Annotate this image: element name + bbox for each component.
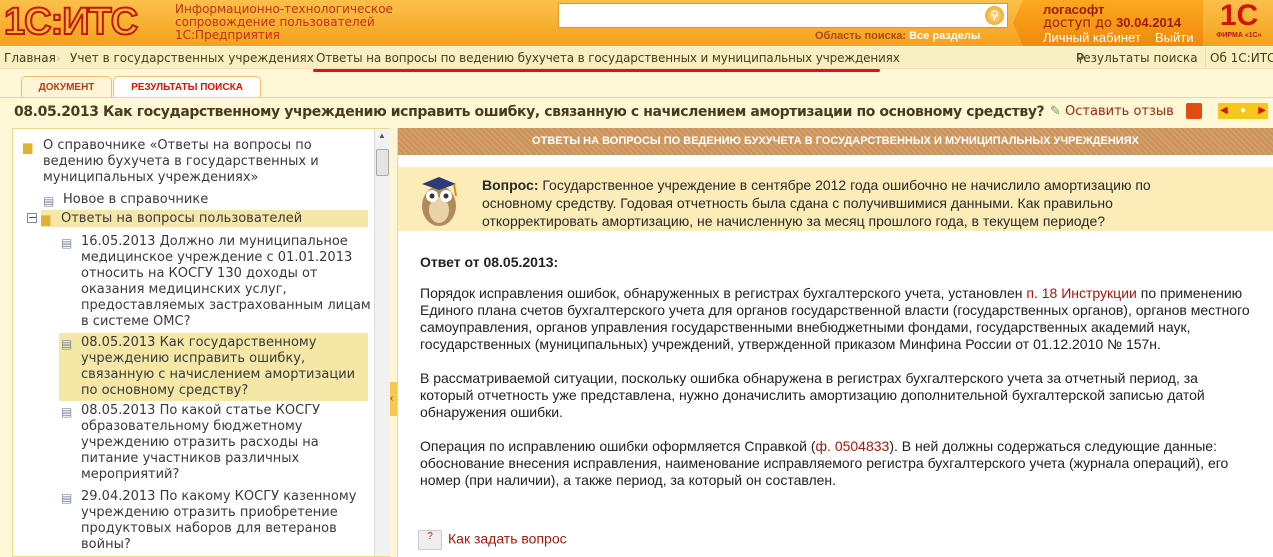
tree-item[interactable]: ▤ Новое в справочнике — [43, 192, 208, 208]
red-underline-annotation — [313, 69, 880, 72]
ask-question-label[interactable]: Как задать вопрос — [448, 531, 567, 547]
feedback-link[interactable]: ✎ Оставить отзыв — [1050, 104, 1174, 119]
itc-logo[interactable]: 1С:ИТС — [3, 1, 139, 43]
tree-item-label: 08.05.2013 По какой статье КОСГУ образов… — [81, 403, 321, 482]
subtitle-line: 1С:Предприятия — [175, 28, 280, 42]
instruction-link[interactable]: п. 18 Инструкции — [1026, 285, 1136, 301]
search-scope[interactable]: Область поиска: Все разделы — [815, 29, 980, 43]
cabinet-link[interactable]: Личный кабинет — [1043, 30, 1141, 45]
section-header: ОТВЕТЫ НА ВОПРОСЫ ПО ВЕДЕНИЮ БУХУЧЕТА В … — [398, 128, 1273, 155]
chevron-right-icon: › — [302, 51, 307, 65]
feedback-label: Оставить отзыв — [1065, 104, 1174, 119]
answer-text: Операция по исправлению ошибки оформляет… — [420, 438, 816, 454]
access-label: доступ до — [1043, 16, 1112, 31]
access-date: 30.04.2014 — [1116, 15, 1182, 30]
tree-item[interactable]: ▤ 29.04.2013 По какому КОСГУ казенному уч… — [61, 489, 371, 553]
tree-item-label: Ответы на вопросы пользователей — [61, 211, 303, 226]
tree-item-label: О справочнике «Ответы на вопросы по веде… — [43, 138, 319, 185]
account-panel: логасофт доступ до 30.04.2014 Личный каб… — [1013, 0, 1203, 46]
firm-1c-logo[interactable]: 1С ФИРМА «1С» — [1205, 0, 1273, 46]
about-link[interactable]: Об 1С:ИТС — [1205, 47, 1273, 69]
chevron-right-icon: › — [56, 51, 61, 65]
answer-title: Ответ от 08.05.2013: — [420, 254, 559, 270]
lightbulb-icon[interactable]: ● — [1240, 103, 1246, 119]
answer: Ответ от 08.05.2013: Порядок исправления… — [420, 254, 1250, 506]
owl-icon — [422, 177, 457, 226]
access-info: доступ до 30.04.2014 — [1043, 15, 1181, 31]
document-icon: ▤ — [43, 194, 55, 208]
tab-document[interactable]: ДОКУМЕНТ — [21, 76, 112, 98]
contents-tree-panel: ▆ О справочнике «Ответы на вопросы по вед… — [12, 128, 391, 557]
answer-paragraph: Операция по исправлению ошибки оформляет… — [420, 438, 1250, 489]
document-icon: ▤ — [61, 337, 73, 351]
search-results-label: Результаты поиска — [1076, 51, 1198, 65]
folder-icon: ▆ — [23, 140, 33, 154]
scrollbar-thumb[interactable] — [376, 149, 389, 176]
tree-item[interactable]: ▤ 08.05.2013 По какой статье КОСГУ образо… — [61, 403, 361, 483]
breadcrumb-item[interactable]: Учет в государственных учреждениях — [70, 47, 314, 69]
tree-item[interactable]: ▤ 16.05.2013 Должно ли муниципальное меди… — [61, 234, 371, 330]
breadcrumb: Главная › Учет в государственных учрежде… — [0, 47, 1273, 69]
document-icon: ▤ — [61, 491, 73, 505]
tree-item[interactable]: ▆ О справочнике «Ответы на вопросы по вед… — [23, 138, 343, 186]
envelope-question-icon: ? — [418, 530, 442, 550]
chevron-right-icon: › — [877, 51, 882, 65]
question-label: Вопрос: — [482, 177, 539, 193]
firm-label: ФИРМА «1С» — [1216, 32, 1262, 39]
tree-item-selected[interactable]: ▤ 08.05.2013 Как государственному учрежде… — [59, 333, 368, 401]
tree-item-label: 29.04.2013 По какому КОСГУ казенному учр… — [81, 489, 357, 552]
pencil-icon: ✎ — [1050, 104, 1061, 119]
next-arrow-icon[interactable]: ▶ — [1258, 103, 1266, 119]
tree-scrollbar[interactable]: ▲ — [374, 129, 390, 556]
tree-item-label: 08.05.2013 Как государственному учрежден… — [81, 335, 356, 398]
print-icon[interactable] — [1186, 103, 1202, 119]
document-icon: ▤ — [61, 236, 73, 250]
breadcrumb-current[interactable]: Ответы на вопросы по ведению бухучета в … — [316, 47, 900, 69]
logout-link[interactable]: Выйти — [1155, 30, 1194, 45]
form-link[interactable]: ф. 0504833 — [816, 438, 890, 454]
ask-question-link[interactable]: ? Как задать вопрос — [418, 530, 567, 550]
collapse-icon[interactable]: − — [27, 212, 37, 223]
logo-subtitle: Информационно-технологическое сопровожде… — [175, 3, 393, 42]
prev-arrow-icon[interactable]: ◀ — [1220, 103, 1228, 119]
question-box: Вопрос: Государственное учреждение в сен… — [398, 167, 1273, 231]
document-content: ОТВЕТЫ НА ВОПРОСЫ ПО ВЕДЕНИЮ БУХУЧЕТА В … — [397, 128, 1273, 557]
document-icon: ▤ — [61, 405, 73, 419]
scope-value[interactable]: Все разделы — [909, 30, 980, 42]
breadcrumb-home[interactable]: Главная — [4, 47, 56, 69]
tree-item[interactable]: ▆ Ответы на вопросы пользователей — [41, 210, 368, 227]
tab-search-results[interactable]: РЕЗУЛЬТАТЫ ПОИСКА — [113, 76, 261, 98]
answer-text: Порядок исправления ошибок, обнаруженных… — [420, 285, 1027, 301]
scope-label: Область поиска: — [815, 30, 907, 42]
answer-paragraph: В рассматриваемой ситуации, поскольку ош… — [420, 370, 1205, 420]
question-text: Государственное учреждение в сентябре 20… — [482, 177, 1151, 229]
folder-icon: ▆ — [41, 212, 51, 226]
tree-item-label: 16.05.2013 Должно ли муниципальное медиц… — [81, 234, 371, 329]
firm-logo-text: 1С — [1219, 0, 1259, 32]
doc-navigation: ◀ ● ▶ — [1218, 103, 1268, 119]
search-input[interactable]: ⚲ — [558, 3, 1008, 28]
search-icon[interactable]: ⚲ — [985, 6, 1004, 25]
answer-paragraph: Порядок исправления ошибок, обнаруженных… — [420, 285, 1250, 353]
tree-item-label: Новое в справочнике — [63, 192, 209, 207]
scroll-up-icon[interactable]: ▲ — [378, 131, 386, 140]
header: 1С:ИТС Информационно-технологическое соп… — [0, 0, 1273, 46]
